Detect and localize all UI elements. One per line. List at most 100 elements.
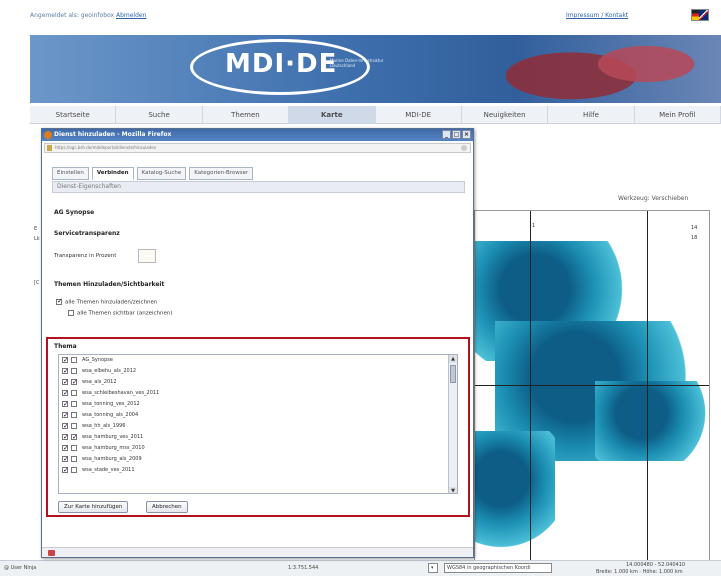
layer-visible-checkbox[interactable]: [71, 356, 77, 363]
list-item[interactable]: wsa_als_2012: [59, 377, 457, 388]
list-item[interactable]: wsa_stade_ves_2011: [59, 465, 457, 476]
language-flag-icon[interactable]: [691, 9, 709, 21]
tool-indicator: Werkzeug: Verschieben: [618, 195, 689, 202]
nav-item-profil[interactable]: Mein Profil: [635, 106, 721, 123]
layer-load-checkbox[interactable]: [62, 410, 69, 421]
layer-visible-checkbox[interactable]: [71, 377, 78, 388]
top-bar: Angemeldet als: geoinfobox Abmelden Impr…: [0, 0, 721, 28]
scroll-up-icon[interactable]: ▲: [449, 355, 457, 363]
tab-katalog-suche[interactable]: Katalog-Suche: [136, 167, 187, 180]
url-bar[interactable]: https://ogc.bsh.de/mdideportal/dienste/h…: [44, 143, 471, 153]
layer-load-checkbox[interactable]: [62, 421, 69, 432]
layer-list[interactable]: AG_Synopse wsa_elbehu_als_2012 wsa_als_201…: [58, 354, 458, 494]
site-logo[interactable]: MDI·DE: [225, 49, 337, 79]
coords-readout: 14.000480 - 52.040410: [626, 562, 686, 568]
list-item[interactable]: wsa_hamburg_mss_2010: [59, 443, 457, 454]
load-all-checkbox[interactable]: [56, 297, 63, 305]
side-label: E: [34, 226, 38, 232]
header-banner: MDI·DE Marine Daten-Infrastruktur Deutsc…: [30, 35, 721, 103]
tab-einstellen[interactable]: Einstellen: [52, 167, 89, 180]
scroll-down-icon[interactable]: ▼: [449, 487, 457, 493]
layer-name: AG_Synopse: [82, 357, 113, 363]
layer-visible-checkbox[interactable]: [71, 422, 77, 429]
visible-all-label: alle Themen sichtbar (anzeichnen): [77, 310, 173, 317]
visible-all-option[interactable]: alle Themen sichtbar (anzeichnen): [68, 310, 173, 317]
map-grid-line: [647, 211, 648, 561]
nav-item-karte[interactable]: Karte: [289, 106, 376, 123]
nav-item-themen[interactable]: Themen: [203, 106, 290, 123]
layer-load-checkbox[interactable]: [62, 432, 69, 443]
layer-visible-checkbox[interactable]: [71, 367, 77, 374]
window-title: Dienst hinzuladen - Mozilla Firefox: [54, 131, 172, 138]
imprint-link[interactable]: Impressum / Kontakt: [566, 12, 628, 19]
layer-visible-checkbox[interactable]: [71, 400, 77, 407]
list-item[interactable]: wsa_elbehu_als_2012: [59, 366, 457, 377]
map-canvas[interactable]: 1 14 18: [474, 210, 710, 562]
logo-subtitle: Marine Daten-Infrastruktur Deutschland: [330, 58, 384, 68]
tab-verbinden[interactable]: Verbinden: [91, 167, 134, 180]
layer-name: wsa_tonning_ves_2012: [82, 401, 140, 407]
nav-item-suche[interactable]: Suche: [116, 106, 203, 123]
tab-kategorien-browser[interactable]: Kategorien-Browser: [189, 167, 254, 180]
layer-load-checkbox[interactable]: [62, 454, 69, 465]
layer-load-checkbox[interactable]: [62, 399, 69, 410]
user-status: @ User Ninja: [4, 565, 37, 571]
layer-visible-checkbox[interactable]: [71, 466, 77, 473]
list-item[interactable]: wsa_hamburg_ves_2011: [59, 432, 457, 443]
layer-list-scrollbar[interactable]: ▲ ▼: [448, 355, 457, 493]
addon-icon[interactable]: [48, 550, 55, 556]
window-titlebar[interactable]: Dienst hinzuladen - Mozilla Firefox _ □ …: [42, 129, 473, 141]
extent-readout: Breite: 1.000 km · Höhe: 1.000 km: [596, 569, 683, 575]
status-bar: @ User Ninja 1:3.751.544 ▾ WGS84 in geog…: [0, 560, 721, 576]
list-item[interactable]: wsa_tonning_ves_2012: [59, 399, 457, 410]
layer-visible-checkbox[interactable]: [71, 444, 77, 451]
load-all-option[interactable]: alle Themen hinzuladen/zeichnen: [56, 297, 158, 306]
list-item[interactable]: wsa_hamburg_als_2009: [59, 454, 457, 465]
layer-load-checkbox[interactable]: [62, 388, 69, 399]
login-status: Angemeldet als: geoinfobox Abmelden: [30, 12, 146, 19]
url-text: https://ogc.bsh.de/mdideportal/dienste/h…: [55, 145, 157, 150]
layer-load-checkbox[interactable]: [62, 377, 69, 388]
list-item[interactable]: wsa_tonning_als_2004: [59, 410, 457, 421]
add-to-map-button[interactable]: Zur Karte hinzufügen: [58, 501, 129, 513]
logout-link[interactable]: Abmelden: [116, 12, 146, 19]
nav-item-hilfe[interactable]: Hilfe: [548, 106, 635, 123]
layer-load-checkbox[interactable]: [62, 465, 69, 476]
layer-name: wsa_elbehu_als_2012: [82, 368, 137, 374]
layer-name: wsa_hh_als_1996: [82, 423, 126, 429]
cancel-button[interactable]: Abbrechen: [146, 501, 188, 513]
side-label: [C: [34, 280, 40, 286]
scroll-thumb[interactable]: [450, 365, 456, 383]
layer-load-checkbox[interactable]: [62, 443, 69, 454]
sea-area: [595, 381, 709, 461]
nav-item-startseite[interactable]: Startseite: [30, 106, 117, 123]
maximize-button[interactable]: □: [452, 130, 461, 139]
login-text: Angemeldet als: geoinfobox: [30, 12, 115, 19]
list-item[interactable]: wsa_schleibeshavan_ves_2011: [59, 388, 457, 399]
layer-load-checkbox[interactable]: [62, 355, 69, 366]
list-item[interactable]: wsa_hh_als_1996: [59, 421, 457, 432]
layer-visible-checkbox[interactable]: [71, 432, 78, 443]
highlighted-theme-panel: Thema AG_Synopse wsa_elbehu_als_2012 wsa_a…: [46, 337, 470, 517]
layer-visible-checkbox[interactable]: [71, 389, 77, 396]
map-grid-number: 14: [691, 225, 698, 231]
map-grid-number: 18: [691, 235, 698, 241]
nav-item-mdide[interactable]: MDI-DE: [376, 106, 462, 123]
layer-load-checkbox[interactable]: [62, 366, 69, 377]
list-item[interactable]: AG_Synopse: [59, 355, 457, 366]
visible-all-checkbox[interactable]: [68, 310, 74, 316]
url-clear-icon[interactable]: [461, 145, 467, 151]
scale-dropdown[interactable]: ▾: [428, 563, 438, 573]
layer-visible-checkbox[interactable]: [71, 411, 77, 418]
thema-label: Thema: [54, 343, 77, 350]
minimize-button[interactable]: _: [442, 130, 451, 139]
load-all-label: alle Themen hinzuladen/zeichnen: [65, 299, 158, 306]
crs-select[interactable]: WGS84 in geographischen Koordi: [444, 563, 552, 573]
layer-name: wsa_stade_ves_2011: [82, 467, 135, 473]
layer-visible-checkbox[interactable]: [71, 455, 77, 462]
service-tabs: Einstellen Verbinden Katalog-Suche Kateg…: [52, 167, 254, 180]
nav-item-neuigkeiten[interactable]: Neuigkeiten: [462, 106, 549, 123]
layer-name: wsa_hamburg_mss_2010: [82, 445, 145, 451]
transparency-input[interactable]: [138, 249, 156, 263]
close-button[interactable]: ×: [462, 130, 471, 139]
